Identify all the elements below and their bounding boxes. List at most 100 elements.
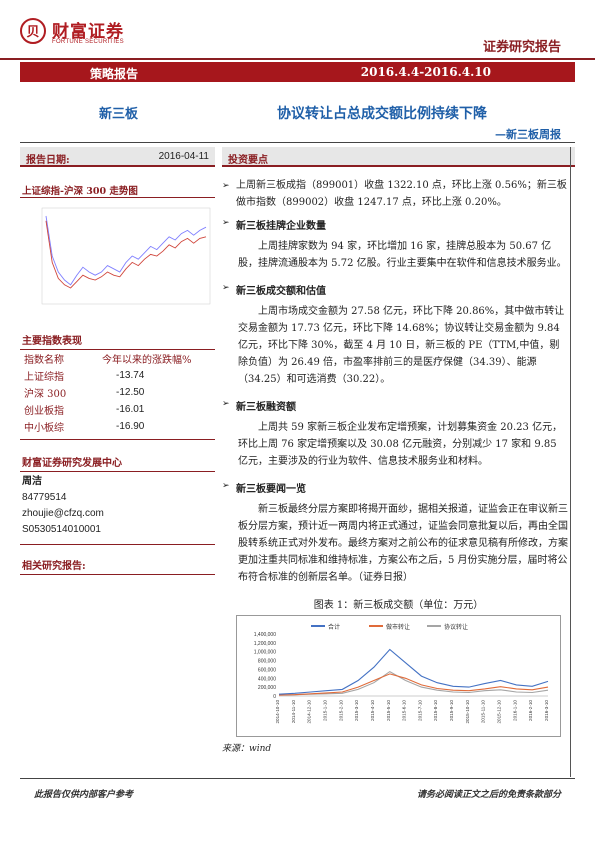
main-index-title: 主要指数表现 xyxy=(22,336,82,347)
x-tick-label: 2015-8-10 xyxy=(433,700,438,721)
x-tick-label: 2015-10-10 xyxy=(465,700,470,724)
right-margin-rule xyxy=(570,147,571,777)
index-change-header: 今年以来的涨跌幅% xyxy=(102,355,192,366)
report-date-label: 报告日期: xyxy=(26,155,70,166)
index-name: 创业板指 xyxy=(24,406,64,417)
trend-plot-area xyxy=(41,207,211,305)
index-name: 上证综指 xyxy=(24,372,64,383)
report-type: 证券研究报告 xyxy=(482,40,561,55)
svg-text:贝: 贝 xyxy=(26,25,39,40)
x-tick-label: 2015-12-10 xyxy=(497,700,502,724)
section-heading-row: ➢ 新三板融资额 xyxy=(222,398,575,413)
section-text: 新三板最终分层方案即将揭开面纱，据相关报道，证监会正在审议新三板分层方案，预计近… xyxy=(238,504,568,583)
y-tick-label: 800,000 xyxy=(258,659,276,665)
arrow-bullet-icon: ➢ xyxy=(222,399,230,409)
arrow-bullet-icon: ➢ xyxy=(222,181,230,191)
y-tick-label: 400,000 xyxy=(258,676,276,682)
x-tick-label: 2015-11-10 xyxy=(481,700,486,724)
title-divider xyxy=(20,142,575,143)
key-points-title: 投资要点 xyxy=(228,155,268,166)
section-heading: 新三板融资额 xyxy=(236,402,296,413)
legend-label: 合计 xyxy=(328,623,340,631)
y-tick-label: 1,000,000 xyxy=(254,650,276,656)
report-subtitle: —新三板周报 xyxy=(495,128,561,141)
x-tick-label: 2015-4-10 xyxy=(370,700,375,721)
legend-label: 做市转让 xyxy=(386,623,410,631)
index-value: -13.74 xyxy=(116,370,145,381)
x-tick-label: 2015-2-10 xyxy=(338,700,343,721)
report-date: 2016-04-11 xyxy=(158,151,209,162)
index-value: -16.01 xyxy=(116,404,145,415)
intro-text: 上周新三板成指（899001）收盘 1322.10 点，环比上涨 0.56%；新… xyxy=(236,180,567,208)
arrow-bullet-icon: ➢ xyxy=(222,218,230,228)
x-tick-label: 2016-3-10 xyxy=(544,700,549,721)
footer-rule xyxy=(20,778,575,779)
y-tick-label: 1,200,000 xyxy=(254,641,276,647)
x-tick-label: 2014-10-10 xyxy=(275,700,280,724)
section-heading: 新三板挂牌企业数量 xyxy=(236,221,326,232)
category-label: 策略报告 xyxy=(90,67,139,81)
date-range: 2016.4.4-2016.4.10 xyxy=(360,65,491,79)
x-tick-label: 2015-1-10 xyxy=(322,700,327,721)
table-row: 沪深 300 -12.50 xyxy=(20,384,215,401)
table-row: 上证综指 -13.74 xyxy=(20,367,215,384)
left-sidebar: 报告日期: 2016-04-11 上证综指-沪深 300 走势图 主要指数表现 … xyxy=(20,147,215,575)
x-tick-label: 2015-5-10 xyxy=(386,700,391,721)
analyst-cert: S0530514010001 xyxy=(22,524,101,535)
research-center-title: 财富证券研究发展中心 xyxy=(22,458,122,469)
section-heading: 新三板成交额和估值 xyxy=(236,286,326,297)
footer-right: 请务必阅读正文之后的免责条款部分 xyxy=(416,790,561,800)
index-name: 沪深 300 xyxy=(24,389,67,400)
footer-left: 此报告仅供内部客户参考 xyxy=(34,790,134,800)
report-title: 协议转让占总成交额比例持续下降 xyxy=(277,106,487,122)
section-heading-row: ➢ 新三板挂牌企业数量 xyxy=(222,217,575,232)
index-name: 中小板综 xyxy=(24,423,64,434)
y-tick-label: 0 xyxy=(273,694,276,700)
index-value: -12.50 xyxy=(116,387,145,398)
series-line xyxy=(278,673,549,696)
section-heading-row: ➢ 新三板成交额和估值 xyxy=(222,282,575,297)
section-text: 上周共 59 家新三板企业发布定增预案，计划募集资金 20.23 亿元，环比上周… xyxy=(238,422,563,467)
section-text: 上周市场成交金额为 27.58 亿元，环比下降 20.86%，其中做市转让交易金… xyxy=(238,306,565,385)
x-tick-label: 2015-6-10 xyxy=(402,700,407,721)
trend-chart-title: 上证综指-沪深 300 走势图 xyxy=(22,186,138,197)
y-tick-label: 600,000 xyxy=(258,667,276,673)
x-tick-label: 2014-12-10 xyxy=(307,700,312,724)
category-bar: 策略报告 2016.4.4-2016.4.10 xyxy=(20,62,575,82)
intro-item: ➢ 上周新三板成指（899001）收盘 1322.10 点，环比上涨 0.56%… xyxy=(222,177,575,211)
x-tick-label: 2015-9-10 xyxy=(449,700,454,721)
x-tick-label: 2016-2-10 xyxy=(528,700,533,721)
section-heading-row: ➢ 新三板要闻一览 xyxy=(222,480,575,495)
figure-frame: 合计 做市转让 协议转让 0 200,000 400,000 600,000 800,000 1… xyxy=(236,615,561,737)
trading-volume-chart: 合计 做市转让 协议转让 0 200,000 400,000 600,000 800,000 1… xyxy=(254,623,549,724)
x-tick-label: 2016-1-10 xyxy=(512,700,517,721)
index-value: -16.90 xyxy=(116,421,145,432)
section-heading: 新三板要闻一览 xyxy=(236,484,306,495)
key-points-header: 投资要点 xyxy=(222,147,575,166)
index-table: 指数名称 今年以来的涨跌幅% 上证综指 -13.74 沪深 300 -12.50… xyxy=(20,350,215,435)
x-tick-label: 2015-7-10 xyxy=(417,700,422,721)
source-note: 来源：wind xyxy=(222,744,272,754)
header-rule xyxy=(0,58,595,60)
figure-caption: 图表 1：新三板成交额（单位：万元） xyxy=(313,600,484,611)
table-row: 创业板指 -16.01 xyxy=(20,401,215,418)
logo-emblem-icon: 贝 xyxy=(20,18,46,44)
trend-chart xyxy=(41,207,211,305)
index-table-header: 指数名称 今年以来的涨跌幅% xyxy=(20,350,215,367)
main-content: 投资要点 ➢ 上周新三板成指（899001）收盘 1322.10 点，环比上涨 … xyxy=(222,147,575,754)
analyst-name: 周洁 xyxy=(22,476,42,487)
index-name-header: 指数名称 xyxy=(24,355,64,366)
related-reports-title: 相关研究报告: xyxy=(22,561,86,572)
logo-english: FORTUNE SECURITIES xyxy=(52,39,124,45)
report-date-box: 报告日期: 2016-04-11 xyxy=(20,147,215,166)
section-rule xyxy=(20,574,215,575)
legend-label: 协议转让 xyxy=(444,623,468,631)
x-tick-label: 2015-3-10 xyxy=(354,700,359,721)
x-tick-label: 2014-11-10 xyxy=(291,700,296,724)
sector-label: 新三板 xyxy=(99,107,139,122)
arrow-bullet-icon: ➢ xyxy=(222,481,230,491)
analyst-phone: 84779514 xyxy=(22,492,67,503)
arrow-bullet-icon: ➢ xyxy=(222,283,230,293)
analyst-email[interactable]: zhoujie@cfzq.com xyxy=(22,506,215,522)
y-tick-label: 200,000 xyxy=(258,685,276,691)
